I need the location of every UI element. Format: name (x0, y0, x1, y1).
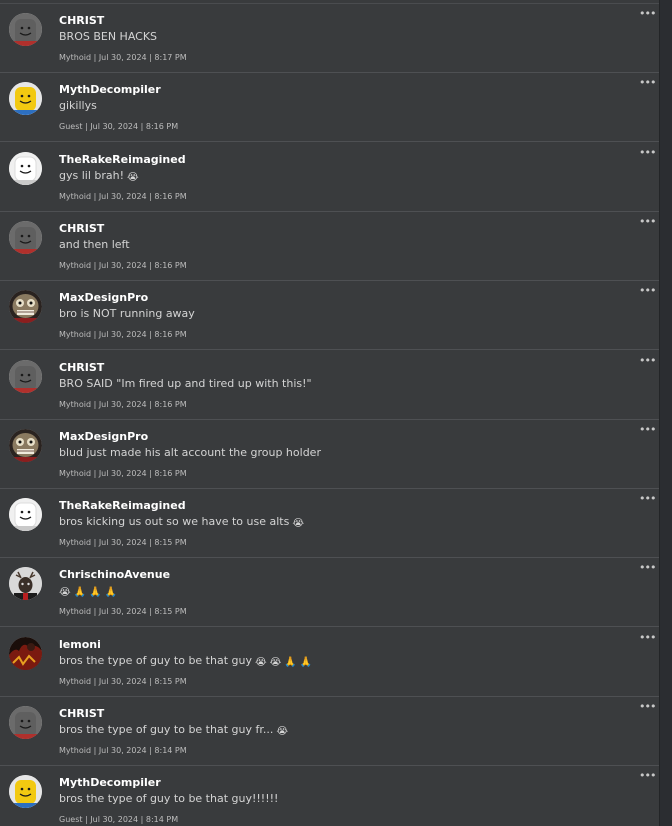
comment-item: MythDecompiler gikillys Guest | Jul 30, 20… (0, 73, 659, 143)
username-link[interactable]: CHRIST (59, 707, 104, 720)
comment-text: bros the type of guy to be that guy!!!!!… (59, 792, 278, 805)
comment-item: CHRIST bros the type of guy to be that gu… (0, 697, 659, 766)
comment-item: TheRakeReimagined bros kicking us out so … (0, 489, 659, 559)
comment-meta: Mythoid | Jul 30, 2024 | 8:16 PM (59, 468, 187, 478)
comment-text: BRO SAID "Im fired up and tired up with … (59, 377, 312, 390)
avatar[interactable] (9, 13, 42, 46)
avatar[interactable] (9, 290, 42, 324)
more-options-icon[interactable]: ••• (639, 701, 656, 713)
avatar[interactable] (9, 636, 42, 670)
comment-text: gikillys (59, 99, 97, 112)
comment-meta: Mythoid | Jul 30, 2024 | 8:14 PM (59, 746, 187, 755)
scrollbar[interactable] (660, 0, 672, 826)
username-link[interactable]: CHRIST (59, 14, 104, 27)
emoji-icon: 🙏 (104, 587, 118, 599)
username-link[interactable]: MythDecompiler (59, 83, 161, 96)
comment-text: and then left (59, 238, 130, 251)
avatar[interactable] (9, 567, 42, 601)
comment-meta: Mythoid | Jul 30, 2024 | 8:16 PM (59, 330, 187, 340)
avatar[interactable] (9, 359, 42, 393)
avatar[interactable] (9, 220, 42, 254)
comments-panel: CHRIST BROS BEN HACKS Mythoid | Jul 30, 20… (0, 0, 660, 826)
more-options-icon[interactable]: ••• (639, 424, 656, 436)
emoji-icon: 🙏 (73, 587, 87, 599)
avatar[interactable] (9, 706, 42, 739)
comment-item: CHRIST BROS BEN HACKS Mythoid | Jul 30, 20… (0, 4, 659, 73)
comment-meta: Mythoid | Jul 30, 2024 | 8:15 PM (59, 607, 187, 617)
more-options-icon[interactable]: ••• (639, 632, 656, 644)
comment-item: ChrischinoAvenue 😭 🙏 🙏 🙏 Mythoid | Jul 30, 20… (0, 558, 659, 628)
username-link[interactable]: TheRakeReimagined (59, 499, 186, 512)
comment-text: BROS BEN HACKS (59, 30, 157, 43)
comment-body: bros the type of guy to be that guy (59, 653, 252, 667)
comment-item: MythDecompiler bros the type of guy to be… (0, 766, 659, 826)
username-link[interactable]: ChrischinoAvenue (59, 568, 170, 581)
avatar[interactable] (9, 82, 42, 116)
comment-meta: Mythoid | Jul 30, 2024 | 8:15 PM (59, 676, 187, 686)
comment-body: gikillys (59, 99, 97, 113)
more-options-icon[interactable]: ••• (639, 562, 656, 574)
comment-body: gys lil brah! (59, 168, 125, 182)
comment-body: bros the type of guy to be that guy!!!!!… (59, 792, 279, 806)
emoji-icon: 🙏 (299, 656, 313, 668)
username-link[interactable]: MaxDesignPro (59, 430, 148, 443)
emoji-icon: 🙏 (284, 656, 297, 668)
comment-meta: Mythoid | Jul 30, 2024 | 8:16 PM (59, 399, 187, 409)
avatar[interactable] (9, 428, 42, 462)
comment-body: bros the type of guy to be that guy fr..… (59, 723, 274, 736)
username-link[interactable]: MaxDesignPro (59, 291, 148, 304)
comment-meta: Mythoid | Jul 30, 2024 | 8:17 PM (59, 53, 187, 62)
comment-body: BROS BEN HACKS (59, 30, 158, 43)
username-link[interactable]: CHRIST (59, 222, 104, 235)
emoji-icon: 😭 (292, 518, 305, 530)
emoji-icon: 😭 (276, 726, 289, 737)
emoji-icon: 😭 (269, 656, 282, 668)
comment-text: bros the type of guy to be that guy fr..… (59, 723, 288, 737)
more-options-icon[interactable]: ••• (639, 493, 656, 505)
comment-text: blud just made his alt account the group… (59, 446, 321, 459)
comment-item: CHRIST and then left Mythoid | Jul 30, 202… (0, 212, 659, 281)
emoji-icon: 😭 (254, 656, 267, 668)
emoji-icon: 😭 (59, 587, 71, 599)
comment-meta: Mythoid | Jul 30, 2024 | 8:16 PM (59, 260, 187, 270)
comment-body: blud just made his alt account the group… (59, 445, 321, 459)
emoji-icon: 🙏 (89, 587, 102, 599)
avatar[interactable] (9, 775, 42, 809)
comment-text: bros kicking us out so we have to use al… (59, 515, 304, 529)
comment-text: 😭 🙏 🙏 🙏 (59, 584, 117, 598)
comment-meta: Guest | Jul 30, 2024 | 8:14 PM (59, 815, 179, 825)
comment-item: MaxDesignPro bro is NOT running away Mytho… (0, 281, 659, 351)
more-options-icon[interactable]: ••• (639, 770, 656, 782)
more-options-icon[interactable]: ••• (639, 77, 656, 89)
comment-meta: Guest | Jul 30, 2024 | 8:16 PM (59, 122, 179, 132)
more-options-icon[interactable]: ••• (639, 355, 656, 367)
more-options-icon[interactable]: ••• (639, 147, 656, 159)
more-options-icon[interactable]: ••• (639, 216, 656, 228)
username-link[interactable]: lemoni (59, 638, 101, 651)
avatar[interactable] (9, 151, 42, 185)
comment-body: bro is NOT running away (59, 307, 195, 321)
comment-item: CHRIST BRO SAID "Im fired up and tired up… (0, 351, 659, 420)
comment-text: gys lil brah! 😭 (59, 169, 139, 183)
comment-item: MaxDesignPro blud just made his alt accou… (0, 420, 659, 489)
comment-meta: Mythoid | Jul 30, 2024 | 8:16 PM (59, 191, 187, 201)
comment-meta: Mythoid | Jul 30, 2024 | 8:15 PM (59, 538, 187, 548)
comment-body: bros kicking us out so we have to use al… (59, 515, 290, 529)
avatar[interactable] (9, 498, 42, 532)
emoji-icon: 😭 (127, 171, 139, 183)
comment-text: bros the type of guy to be that guy 😭 😭 🙏 🙏 (59, 654, 312, 668)
more-options-icon[interactable]: ••• (639, 8, 656, 20)
username-link[interactable]: TheRakeReimagined (59, 153, 186, 166)
username-link[interactable]: MythDecompiler (59, 776, 161, 789)
comment-body: and then left (59, 237, 130, 251)
comment-text: bro is NOT running away (59, 307, 195, 320)
comment-item: lemoni bros the type of guy to be that gu… (0, 628, 659, 697)
more-options-icon[interactable]: ••• (639, 285, 656, 297)
comment-item: TheRakeReimagined gys lil brah! 😭 Mythoid |… (0, 143, 659, 212)
comment-body: BRO SAID "Im fired up and tired up with … (59, 376, 312, 390)
username-link[interactable]: CHRIST (59, 361, 104, 374)
